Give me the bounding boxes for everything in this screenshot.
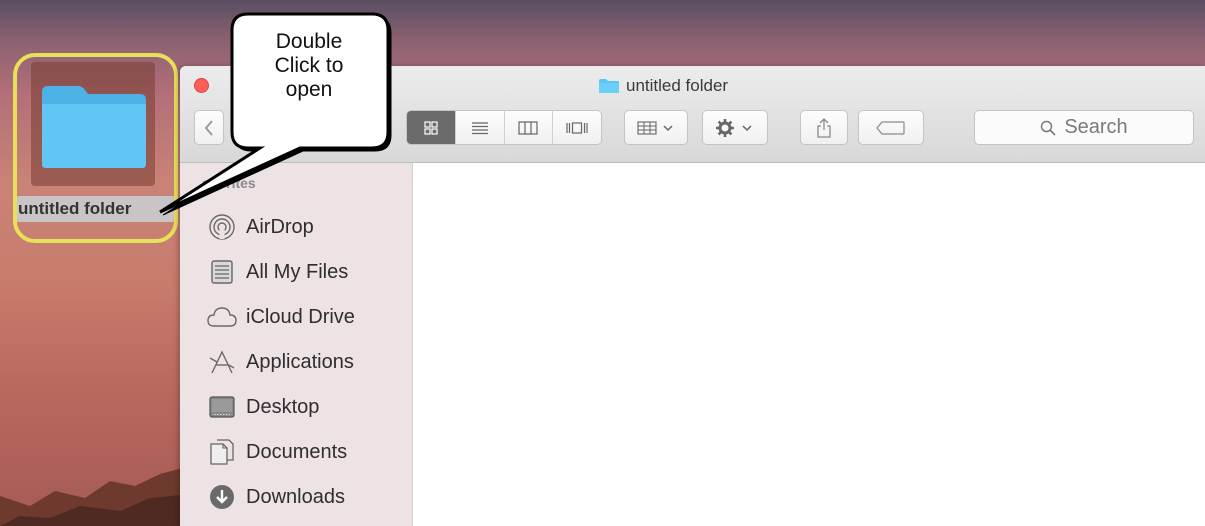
share-button[interactable]: [800, 110, 848, 145]
sidebar-item-icloud-drive[interactable]: iCloud Drive: [206, 297, 412, 337]
applications-icon: [206, 346, 238, 378]
highlight-ring: [13, 53, 178, 243]
search-icon: [1041, 120, 1056, 136]
sidebar-item-downloads[interactable]: Downloads: [206, 477, 412, 517]
sidebar-item-all-my-files[interactable]: All My Files: [206, 252, 412, 292]
cover-flow-icon: [566, 121, 588, 134]
callout-line: Click to: [274, 54, 344, 77]
arrange-icon: [637, 120, 673, 135]
sidebar-item-label: All My Files: [246, 260, 349, 283]
list-view-icon: [471, 121, 488, 134]
back-button[interactable]: [194, 110, 224, 145]
arrange-button[interactable]: [624, 110, 688, 145]
icon-view-button[interactable]: [407, 111, 456, 144]
share-icon: [817, 117, 831, 138]
sidebar: avorites AirDrop All My Files iCloud Dri…: [180, 163, 413, 526]
sidebar-item-label: Documents: [246, 440, 348, 463]
documents-icon: [206, 436, 238, 468]
folder-content-area[interactable]: [413, 163, 1205, 526]
view-mode-control: [406, 110, 602, 145]
callout-line: Double: [275, 30, 343, 53]
sidebar-item-label: iCloud Drive: [246, 305, 355, 328]
folder-icon: [599, 79, 619, 93]
window-title-text: untitled folder: [626, 76, 729, 95]
downloads-icon: [206, 481, 238, 513]
action-button[interactable]: [702, 110, 768, 145]
sidebar-item-label: Applications: [246, 350, 354, 373]
callout-text: Double Click to open: [234, 30, 384, 102]
sidebar-item-documents[interactable]: Documents: [206, 432, 412, 472]
close-window-button[interactable]: [194, 78, 209, 93]
tag-icon: [876, 120, 905, 135]
airdrop-icon: [206, 211, 238, 243]
window-title: untitled folder: [598, 74, 728, 98]
cover-flow-button[interactable]: [553, 111, 601, 144]
chevron-left-icon: [204, 119, 213, 136]
column-view-button[interactable]: [505, 111, 554, 144]
sidebar-item-label: AirDrop: [246, 215, 314, 238]
icon-view-icon: [424, 120, 438, 135]
sidebar-item-airdrop[interactable]: AirDrop: [206, 207, 412, 247]
column-view-icon: [518, 120, 538, 135]
cloud-icon: [206, 301, 238, 333]
sidebar-item-label: Downloads: [246, 485, 345, 508]
tag-button[interactable]: [858, 110, 924, 145]
callout-line: open: [285, 78, 333, 101]
desktop-icon: [206, 391, 238, 423]
sidebar-section-heading: avorites: [202, 175, 256, 191]
sidebar-item-desktop[interactable]: Desktop: [206, 387, 412, 427]
sidebar-item-applications[interactable]: Applications: [206, 342, 412, 382]
list-view-button[interactable]: [456, 111, 505, 144]
sidebar-item-label: Desktop: [246, 395, 320, 418]
gear-icon: [716, 118, 752, 137]
mountain-wallpaper: [0, 466, 190, 526]
all-files-icon: [206, 256, 238, 288]
search-placeholder: Search: [1064, 116, 1128, 138]
finder-window: untitled folder Search avorites AirDrop …: [180, 66, 1205, 526]
search-input[interactable]: Search: [974, 110, 1194, 145]
